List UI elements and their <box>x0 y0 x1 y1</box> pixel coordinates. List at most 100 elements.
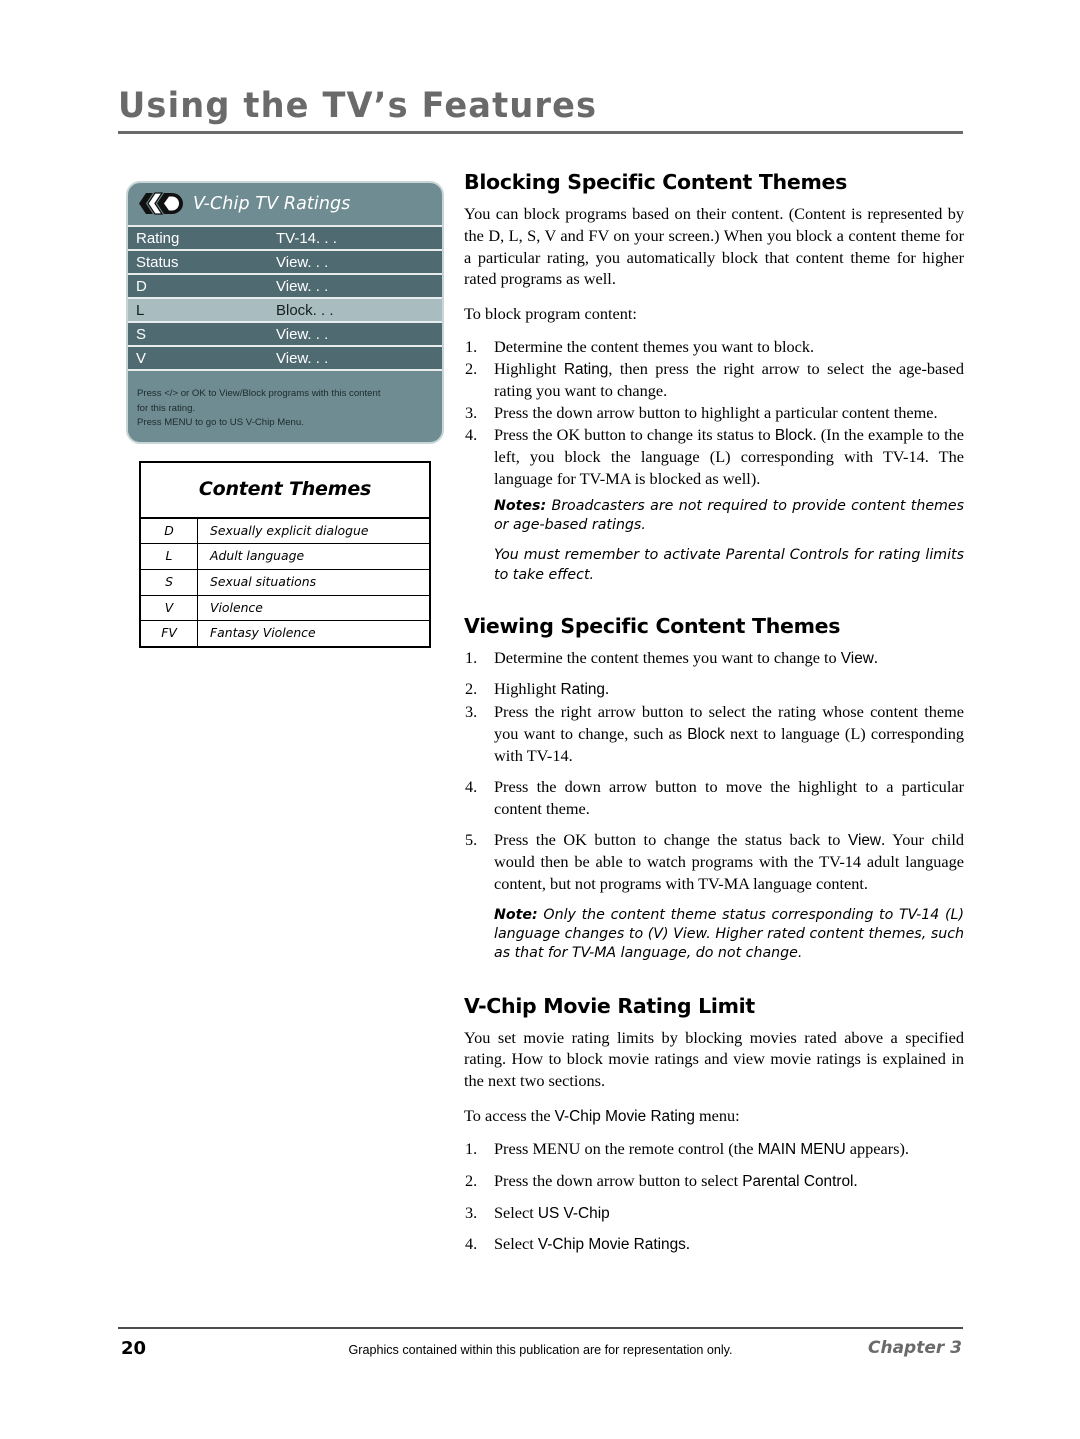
table-row: L Adult language <box>140 543 430 570</box>
step-text: Press the down arrow button to move the … <box>494 777 964 818</box>
ui-term-us-vchip: US V-Chip <box>537 1204 610 1222</box>
table-row: D Sexually explicit dialogue <box>140 517 430 545</box>
table-header-row: Content Themes <box>140 461 430 519</box>
vchip-instruction-line: Press MENU to go to US V-Chip Menu. <box>137 417 304 429</box>
theme-description: Sexual situations <box>197 569 430 596</box>
vchip-instruction-line: for this rating. <box>137 402 196 414</box>
vchip-row[interactable]: V View. . . <box>128 347 442 369</box>
viewing-steps-list: Determine the content themes you want to… <box>464 647 964 964</box>
movie-limit-steps-list: Press MENU on the remote control (the MA… <box>464 1138 964 1255</box>
step-text: Press the down arrow button to select <box>494 1170 743 1190</box>
ui-term-rating: Rating <box>563 360 609 378</box>
list-item: Press the down arrow button to select Pa… <box>464 1170 964 1193</box>
theme-code: L <box>140 543 198 570</box>
ui-term-vchip-movie-ratings: V-Chip Movie Ratings <box>537 1236 686 1254</box>
left-illustration-column: V-Chip TV Ratings Rating TV-14. . . Stat… <box>126 181 448 648</box>
blocking-steps-list: Determine the content themes you want to… <box>464 336 964 585</box>
section-heading-viewing: Viewing Specific Content Themes <box>464 613 841 638</box>
theme-code: V <box>140 595 198 622</box>
ui-term-block: Block <box>687 725 725 743</box>
vchip-row-selected[interactable]: L Block. . . <box>128 299 442 323</box>
list-item: Press the down arrow button to move the … <box>464 776 964 820</box>
vchip-row-value: View. . . <box>276 277 329 295</box>
list-item: Press the down arrow button to highlight… <box>464 402 964 424</box>
note-text: Only the content theme status correspond… <box>494 906 964 962</box>
vchip-row[interactable]: Status View. . . <box>128 251 442 275</box>
lead-text: To access the <box>464 1105 555 1125</box>
list-item: Determine the content themes you want to… <box>464 336 964 358</box>
theme-description: Sexually explicit dialogue <box>197 517 430 545</box>
list-item: Highlight Rating. <box>464 678 964 701</box>
ui-term-view: View <box>847 831 882 849</box>
step-text: Press the OK button to change the status… <box>494 829 848 849</box>
vchip-logo-icon <box>138 191 184 216</box>
step-text: . <box>685 1234 690 1254</box>
footer-divider <box>118 1327 963 1329</box>
list-item: Select US V-Chip <box>464 1202 964 1225</box>
movie-limit-intro-paragraph: You set movie rating limits by blocking … <box>464 1027 964 1091</box>
vchip-row-value: View. . . <box>276 325 329 343</box>
list-item: Press MENU on the remote control (the MA… <box>464 1138 964 1161</box>
vchip-row-value: View. . . <box>276 253 329 271</box>
blocking-notes-2: You must remember to activate Parental C… <box>494 546 964 585</box>
vchip-row[interactable]: Rating TV-14. . . <box>128 227 442 251</box>
step-text: Select <box>494 1202 538 1222</box>
theme-description: Fantasy Violence <box>210 625 316 641</box>
ui-term-block: Block <box>774 426 813 444</box>
main-content-column: Blocking Specific Content Themes You can… <box>464 170 964 1265</box>
vchip-row-value: Block. . . <box>276 301 334 319</box>
table-row: FV Fantasy Violence <box>140 620 430 647</box>
list-item: Determine the content themes you want to… <box>464 647 964 670</box>
chapter-label: Chapter 3 <box>867 1338 962 1358</box>
step-text: Determine the content themes you want to… <box>494 336 815 356</box>
table-row: S Sexual situations <box>140 569 430 596</box>
vchip-row[interactable]: S View. . . <box>128 323 442 347</box>
lead-text: menu: <box>694 1105 740 1125</box>
theme-code: D <box>140 517 198 545</box>
list-item: Select V-Chip Movie Ratings. <box>464 1233 964 1256</box>
content-themes-heading: Content Themes <box>140 461 430 519</box>
note-text: Broadcasters are not required to provide… <box>494 497 964 533</box>
vchip-panel-header: V-Chip TV Ratings <box>128 183 442 225</box>
footer-disclaimer: Graphics contained within this publicati… <box>348 1343 733 1357</box>
vchip-panel-instructions: Press </> or OK to View/Block programs w… <box>128 371 442 442</box>
step-text: Press MENU on the remote control (the <box>494 1139 758 1159</box>
ui-term-rating: Rating <box>560 681 606 699</box>
vchip-row-value: View. . . <box>276 349 329 367</box>
vchip-row-label: V <box>136 349 147 367</box>
vchip-tv-ratings-panel: V-Chip TV Ratings Rating TV-14. . . Stat… <box>126 181 444 444</box>
note-label: Notes: <box>494 497 547 514</box>
vchip-row[interactable]: D View. . . <box>128 275 442 299</box>
vchip-row-label: S <box>136 325 147 343</box>
blocking-intro-paragraph: You can block programs based on their co… <box>464 204 964 289</box>
list-item: Press the OK button to change the status… <box>464 829 964 964</box>
page-title: Using the TV’s Features <box>118 86 598 126</box>
step-text: . <box>853 1170 858 1190</box>
step-text: . <box>605 679 610 699</box>
table-row: V Violence <box>140 595 430 622</box>
vchip-rows-list: Rating TV-14. . . Status View. . . D Vie… <box>128 225 442 371</box>
viewing-note: Note: Only the content theme status corr… <box>494 906 964 964</box>
step-text: . <box>873 647 878 667</box>
ui-term-view: View <box>840 649 874 667</box>
vchip-instruction-line: Press </> or OK to View/Block programs w… <box>137 388 381 399</box>
theme-code: FV <box>140 620 198 647</box>
content-themes-table: Content Themes D Sexually explicit dialo… <box>139 460 431 648</box>
list-item: Highlight Rating, then press the right a… <box>464 358 964 402</box>
ui-term-main-menu: MAIN MENU <box>757 1141 846 1159</box>
list-item: Press the right arrow button to select t… <box>464 701 964 767</box>
vchip-panel-title: V-Chip TV Ratings <box>193 193 351 214</box>
ui-term-vchip-movie-rating: V-Chip Movie Rating <box>554 1107 695 1125</box>
ui-term-parental-control: Parental Control <box>742 1172 854 1190</box>
vchip-row-value: TV-14. . . <box>276 229 337 247</box>
list-item: Press the OK button to change its status… <box>464 424 964 585</box>
step-text: Highlight <box>494 358 564 378</box>
theme-description: Violence <box>197 595 430 622</box>
vchip-row-label: L <box>136 301 145 319</box>
blocking-lead-in: To block program content: <box>464 304 637 323</box>
step-text: Press the OK button to change its status… <box>494 424 775 444</box>
movie-limit-lead-in: To access the V-Chip Movie Rating menu: <box>464 1105 964 1128</box>
note-text: You must remember to activate Parental C… <box>494 547 964 583</box>
note-label: Note: <box>494 906 538 923</box>
